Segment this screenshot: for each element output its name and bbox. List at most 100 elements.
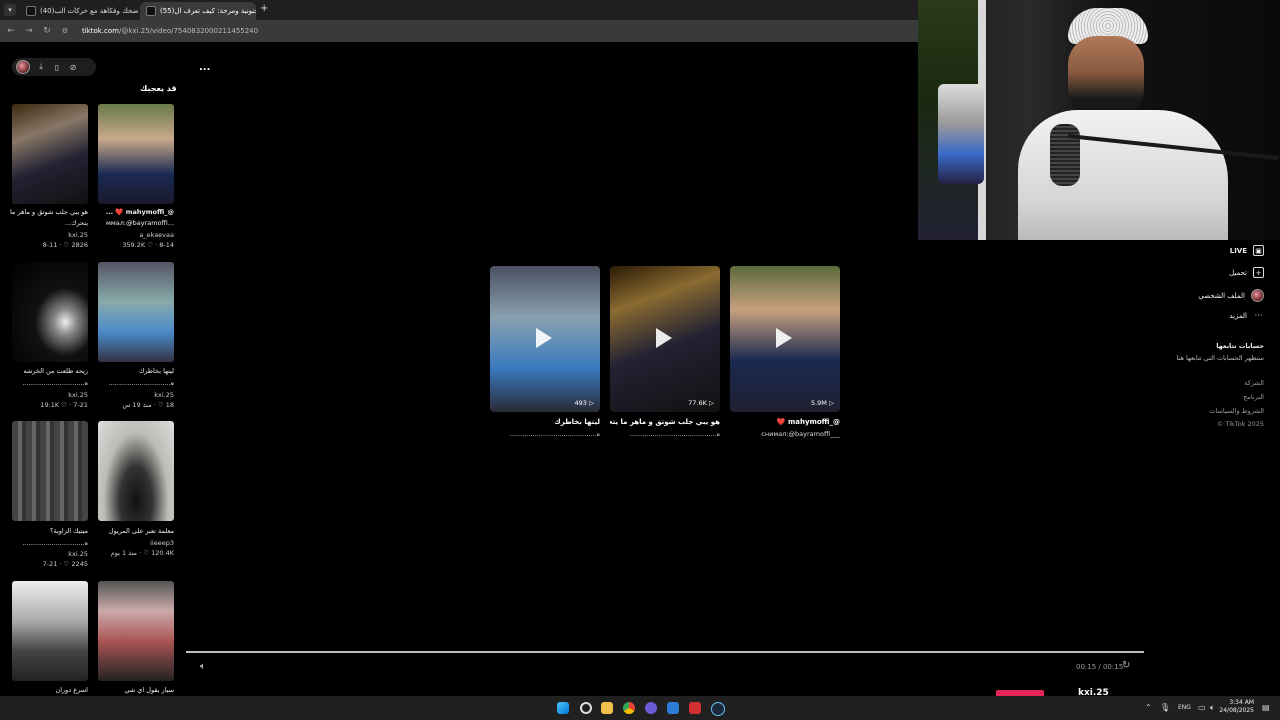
view-count-value: 493	[574, 399, 587, 407]
video-card[interactable]: 493 ▷	[490, 266, 600, 412]
system-clock[interactable]: 3:34 AM 24/08/2025	[1219, 699, 1254, 715]
sidebar-item-live[interactable]: ▣ LIVE	[1230, 245, 1264, 256]
following-hint: ستظهر الحسابات التي تتابعها هنا	[1176, 354, 1264, 362]
likes-count: 359.2K	[122, 241, 146, 249]
grid-thumbnail[interactable]	[12, 421, 88, 521]
grid-author[interactable]: a_ekaevaa	[94, 231, 174, 239]
likes-count: 19.1K	[40, 401, 60, 409]
video-card-title[interactable]: @_mahymoffi ❤️	[730, 417, 840, 428]
supplement-jar	[938, 84, 984, 184]
progress-fill	[186, 651, 1144, 653]
chrome-icon[interactable]	[623, 702, 635, 714]
likes-count: 2245	[71, 560, 88, 568]
chevron-up-icon[interactable]: ⌃	[1145, 703, 1152, 712]
steam-icon[interactable]	[711, 702, 725, 716]
grid-stats: 2245 ♡ · 7-21	[42, 560, 88, 568]
post-date: منذ 1 يوم	[110, 549, 138, 557]
grid-thumbnail[interactable]	[98, 581, 174, 681]
time-display: 00:15 / 00:15	[1076, 663, 1124, 671]
more-menu-icon[interactable]: ...	[199, 62, 210, 73]
video-card[interactable]: 5.9M ▷	[730, 266, 840, 412]
replay-icon[interactable]: ↻	[1122, 660, 1130, 671]
reload-icon[interactable]: ↻	[40, 26, 54, 36]
footer-link-terms[interactable]: الشروط والسياسات	[1209, 407, 1264, 415]
upload-icon: +	[1253, 267, 1264, 278]
file-explorer-icon[interactable]	[601, 702, 613, 714]
tab-2-active[interactable]: (55)جنونية ومرحة: كيف تعرف ال... ✕	[140, 2, 256, 20]
back-icon[interactable]: ←	[4, 26, 18, 36]
video-card[interactable]: 77.6K ▷	[610, 266, 720, 412]
likes-count: 2826	[71, 241, 88, 249]
download-icon[interactable]: ⤓	[36, 62, 46, 72]
tiktok-favicon-icon	[146, 6, 156, 16]
language-indicator[interactable]: ENG	[1178, 704, 1191, 711]
grid-author[interactable]: kxi.25	[94, 391, 174, 399]
grid-thumbnail[interactable]	[12, 104, 88, 204]
grid-author[interactable]: kxi.25	[8, 550, 88, 558]
avatar[interactable]	[16, 60, 30, 74]
grid-author[interactable]: kxi.25	[8, 391, 88, 399]
grid-caption-2: يتحرك...	[64, 219, 88, 227]
grid-caption-2: ...ммал:@bayramoffi	[105, 219, 174, 227]
sidebar-item-profile[interactable]: الملف الشخصي	[1198, 289, 1264, 302]
view-count: 493 ▷	[574, 399, 595, 407]
mic-tray-icon[interactable]: 🎙︎	[1160, 703, 1170, 712]
grid-thumbnail[interactable]	[98, 421, 174, 521]
block-icon[interactable]: ⊘	[68, 63, 78, 72]
grid-caption-2: ه..............................	[22, 539, 88, 547]
grid-thumbnail[interactable]	[12, 262, 88, 362]
grid-caption[interactable]: اسرع دوران	[8, 686, 88, 695]
grid-caption-2: ه..............................	[22, 379, 88, 387]
network-icon[interactable]: ▭	[1198, 703, 1206, 712]
url-field[interactable]: tiktok.com/@kxi.25/video/754083200021145…	[82, 27, 258, 35]
tiktok-favicon-icon	[26, 6, 36, 16]
grid-caption[interactable]: معلمة تعبر على المريول	[94, 527, 174, 536]
site-info-icon[interactable]: ⚙	[58, 27, 72, 35]
sidebar-item-more[interactable]: ··· المزيد	[1229, 311, 1264, 320]
windows-start-icon[interactable]	[557, 702, 569, 714]
post-date: منذ 19 س	[122, 401, 152, 409]
search-icon[interactable]	[580, 702, 592, 714]
video-card-title[interactable]: ليتها بخاطرك	[490, 417, 600, 428]
forward-icon[interactable]: →	[22, 26, 36, 36]
outlook-icon[interactable]	[667, 702, 679, 714]
grid-caption[interactable]: سيار يقول اي شي	[94, 686, 174, 695]
volume-tray-icon[interactable]: 🔈︎	[1210, 703, 1215, 713]
tab-search-icon[interactable]: ▾	[4, 4, 16, 16]
view-count-value: 77.6K	[688, 399, 707, 407]
notification-icon[interactable]: ▤	[1262, 703, 1270, 712]
new-tab-button[interactable]: +	[260, 3, 268, 14]
browser-tab-bar: ▾ (40)اضحك وفكاهة مع حركات الب... ✕ (55)…	[0, 0, 918, 20]
grid-thumbnail[interactable]	[98, 104, 174, 204]
grid-thumbnail[interactable]	[12, 581, 88, 681]
tab-1[interactable]: (40)اضحك وفكاهة مع حركات الب... ✕	[20, 2, 138, 20]
discord-icon[interactable]	[645, 702, 657, 714]
webcam-overlay	[918, 0, 1280, 240]
post-date: 8-14	[159, 241, 174, 249]
sidebar-item-label: الملف الشخصي	[1198, 291, 1245, 300]
sidebar-item-label: تحميل	[1229, 268, 1247, 277]
grid-caption[interactable]: هو يبي جلب شوتق و ماهر ما	[8, 208, 88, 217]
grid-author[interactable]: iieeep3	[94, 539, 174, 547]
microphone-icon	[1050, 124, 1080, 186]
footer-link-program[interactable]: البرنامج	[1243, 393, 1264, 401]
sidebar-item-upload[interactable]: + تحميل	[1229, 267, 1264, 278]
grid-caption[interactable]: @_mahymoffi ❤️ ...	[94, 208, 174, 217]
grid-author[interactable]: kxi.25	[8, 231, 88, 239]
app-icon[interactable]	[689, 702, 701, 714]
video-card-title[interactable]: هو يبي جلب شوتق و ماهر ما يتحرك	[610, 417, 720, 428]
clock-time: 3:34 AM	[1229, 699, 1254, 706]
likes-count: 120.4K	[151, 549, 174, 557]
phone-icon[interactable]: ▯	[52, 63, 62, 72]
grid-thumbnail[interactable]	[98, 262, 174, 362]
grid-stats: 2826 ♡ · 8-11	[42, 241, 88, 249]
grid-caption[interactable]: ليتها بخاطرك	[94, 367, 174, 376]
volume-icon[interactable]: 🔈︎	[200, 661, 206, 672]
grid-caption[interactable]: ميتيك الزاوية؟	[8, 527, 88, 536]
grid-caption[interactable]: ريحه طلعت من الخرشه	[8, 367, 88, 376]
url-path: /@kxi.25/video/7540832000211455240	[119, 27, 259, 35]
footer-link-company[interactable]: الشركة	[1244, 379, 1264, 387]
view-count-value: 5.9M	[810, 399, 827, 407]
clock-date: 24/08/2025	[1219, 707, 1254, 714]
grid-stats: 18 ♡ · منذ 19 س	[122, 401, 174, 409]
